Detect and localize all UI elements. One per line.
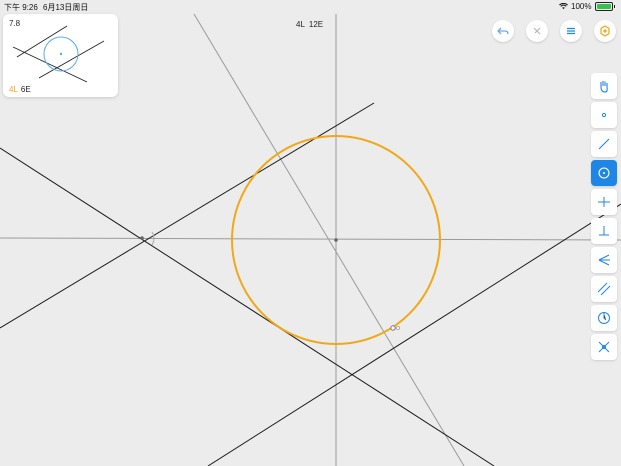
perpendicular-icon bbox=[599, 226, 609, 236]
level-goal-euclid: 6E bbox=[20, 85, 31, 94]
given-line-transversal bbox=[0, 147, 495, 466]
compass-icon bbox=[598, 312, 610, 324]
point-tangent-2[interactable] bbox=[396, 326, 400, 330]
tool-point[interactable] bbox=[591, 102, 617, 128]
angle-bisector-icon bbox=[598, 254, 610, 266]
hint-button[interactable] bbox=[594, 20, 616, 42]
level-goal-lines: 4L bbox=[9, 85, 18, 94]
tool-angle-bisector[interactable] bbox=[591, 247, 617, 273]
battery-icon bbox=[594, 2, 613, 11]
status-right: 100% bbox=[559, 2, 615, 11]
point-intersection[interactable] bbox=[140, 236, 144, 240]
construction-line-diagonal bbox=[193, 13, 465, 466]
point-icon bbox=[601, 112, 607, 118]
circle-icon bbox=[598, 167, 610, 179]
battery-tip bbox=[613, 5, 615, 8]
battery-percent: 100% bbox=[571, 2, 592, 11]
tool-intersect[interactable] bbox=[591, 334, 617, 360]
status-time: 下午 9:26 bbox=[4, 3, 38, 12]
status-bar: 下午 9:26 6月13日周日 100% bbox=[0, 0, 621, 13]
tool-compass[interactable] bbox=[591, 305, 617, 331]
point-center[interactable] bbox=[334, 238, 338, 242]
tool-circle[interactable] bbox=[591, 160, 617, 186]
undo-icon bbox=[497, 27, 509, 35]
move-counter-lines: 4L bbox=[296, 20, 305, 29]
tool-move[interactable] bbox=[591, 73, 617, 99]
tool-perpendicular[interactable] bbox=[591, 218, 617, 244]
tool-palette bbox=[591, 73, 619, 363]
tool-perpendicular-bisector[interactable] bbox=[591, 189, 617, 215]
tool-line[interactable] bbox=[591, 131, 617, 157]
wifi-icon bbox=[559, 3, 568, 10]
menu-button[interactable] bbox=[560, 20, 582, 42]
construction-line-horizontal bbox=[0, 237, 621, 241]
hand-icon bbox=[600, 81, 608, 93]
line-icon bbox=[598, 138, 610, 150]
level-card[interactable]: 7.8 4L 6E bbox=[3, 14, 118, 97]
parallel-icon bbox=[597, 282, 611, 296]
move-counter-euclid: 12E bbox=[308, 20, 324, 29]
menu-icon bbox=[567, 27, 575, 35]
redo-icon bbox=[533, 27, 541, 35]
point-tangent[interactable] bbox=[390, 325, 396, 331]
redo-button[interactable] bbox=[526, 20, 548, 42]
hint-icon bbox=[600, 25, 610, 37]
status-time-date: 下午 9:26 6月13日周日 bbox=[4, 2, 88, 13]
move-counter: 4L 12E bbox=[296, 20, 323, 29]
undo-button[interactable] bbox=[492, 20, 514, 42]
tool-parallel[interactable] bbox=[591, 276, 617, 302]
level-number: 7.8 bbox=[9, 19, 21, 28]
intersect-icon bbox=[598, 341, 610, 353]
status-date: 6月13日周日 bbox=[43, 3, 89, 12]
given-line-lower bbox=[207, 203, 621, 466]
level-goal: 4L 6E bbox=[9, 85, 31, 94]
perpendicular-bisector-icon bbox=[598, 197, 610, 207]
